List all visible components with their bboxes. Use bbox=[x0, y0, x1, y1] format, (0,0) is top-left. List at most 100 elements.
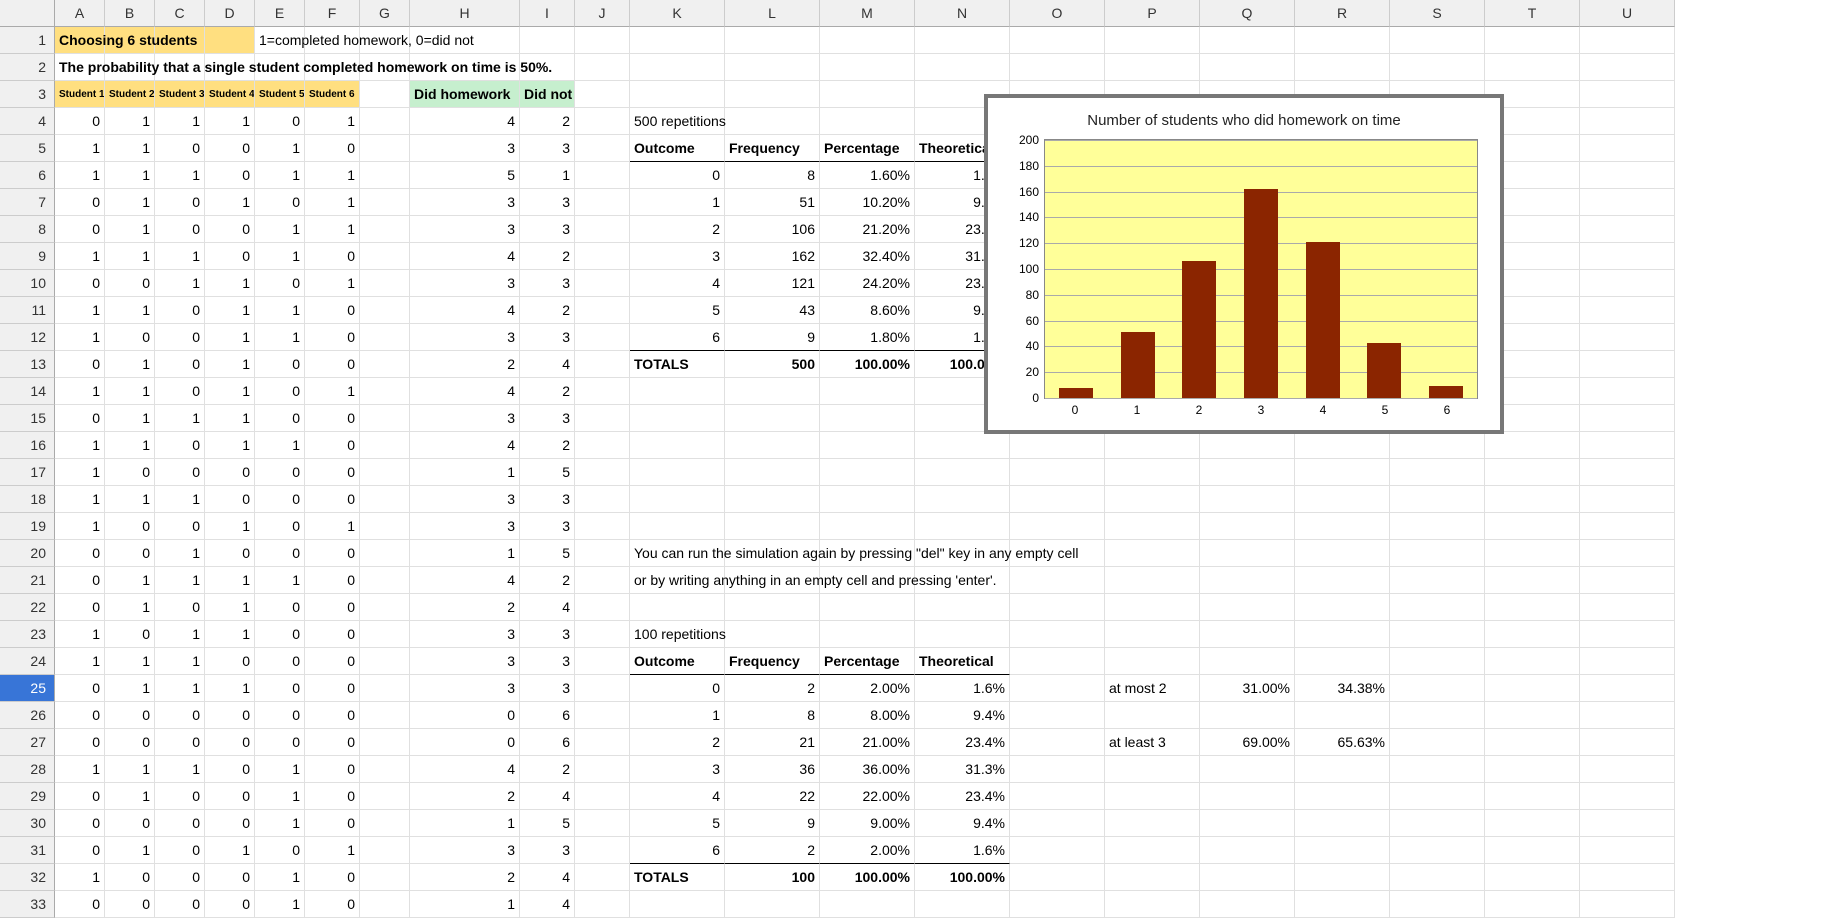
cell-A14[interactable]: 1 bbox=[55, 378, 105, 405]
row-header-26[interactable]: 26 bbox=[0, 702, 55, 729]
cell-E22[interactable]: 0 bbox=[255, 594, 305, 621]
cell-U21[interactable] bbox=[1580, 567, 1675, 594]
cell-A19[interactable]: 1 bbox=[55, 513, 105, 540]
cell-C3[interactable]: Student 3 bbox=[155, 81, 205, 108]
cell-J21[interactable] bbox=[575, 567, 630, 594]
cell-F15[interactable]: 0 bbox=[305, 405, 360, 432]
cell-C15[interactable]: 1 bbox=[155, 405, 205, 432]
cell-M28[interactable]: 36.00% bbox=[820, 756, 915, 783]
cell-P1[interactable] bbox=[1105, 27, 1200, 54]
cell-J7[interactable] bbox=[575, 189, 630, 216]
cell-F28[interactable]: 0 bbox=[305, 756, 360, 783]
cell-N23[interactable] bbox=[915, 621, 1010, 648]
cell-U15[interactable] bbox=[1580, 405, 1675, 432]
cell-M15[interactable] bbox=[820, 405, 915, 432]
cell-F5[interactable]: 0 bbox=[305, 135, 360, 162]
cell-I16[interactable]: 2 bbox=[520, 432, 575, 459]
cell-I11[interactable]: 2 bbox=[520, 297, 575, 324]
cell-H27[interactable]: 0 bbox=[410, 729, 520, 756]
cell-D33[interactable]: 0 bbox=[205, 891, 255, 918]
cell-F12[interactable]: 0 bbox=[305, 324, 360, 351]
cell-H26[interactable]: 0 bbox=[410, 702, 520, 729]
cell-A13[interactable]: 0 bbox=[55, 351, 105, 378]
cell-L27[interactable]: 21 bbox=[725, 729, 820, 756]
cell-C24[interactable]: 1 bbox=[155, 648, 205, 675]
cell-G22[interactable] bbox=[360, 594, 410, 621]
cell-B4[interactable]: 1 bbox=[105, 108, 155, 135]
cell-J20[interactable] bbox=[575, 540, 630, 567]
cell-P19[interactable] bbox=[1105, 513, 1200, 540]
row-header-2[interactable]: 2 bbox=[0, 54, 55, 81]
col-header-C[interactable]: C bbox=[155, 0, 205, 27]
cell-P24[interactable] bbox=[1105, 648, 1200, 675]
cell-N28[interactable]: 31.3% bbox=[915, 756, 1010, 783]
cell-G31[interactable] bbox=[360, 837, 410, 864]
cell-P21[interactable] bbox=[1105, 567, 1200, 594]
cell-T18[interactable] bbox=[1485, 486, 1580, 513]
cell-F24[interactable]: 0 bbox=[305, 648, 360, 675]
cell-U14[interactable] bbox=[1580, 378, 1675, 405]
row-header-8[interactable]: 8 bbox=[0, 216, 55, 243]
cell-B13[interactable]: 1 bbox=[105, 351, 155, 378]
cell-I15[interactable]: 3 bbox=[520, 405, 575, 432]
cell-R16[interactable] bbox=[1295, 432, 1390, 459]
cell-E25[interactable]: 0 bbox=[255, 675, 305, 702]
cell-E30[interactable]: 1 bbox=[255, 810, 305, 837]
row-header-21[interactable]: 21 bbox=[0, 567, 55, 594]
cell-J25[interactable] bbox=[575, 675, 630, 702]
cell-K12[interactable]: 6 bbox=[630, 324, 725, 351]
cell-D19[interactable]: 1 bbox=[205, 513, 255, 540]
cell-L6[interactable]: 8 bbox=[725, 162, 820, 189]
cell-F29[interactable]: 0 bbox=[305, 783, 360, 810]
cell-R20[interactable] bbox=[1295, 540, 1390, 567]
row-header-25[interactable]: 25 bbox=[0, 675, 55, 702]
cell-K9[interactable]: 3 bbox=[630, 243, 725, 270]
cell-K3[interactable] bbox=[630, 81, 725, 108]
cell-M31[interactable]: 2.00% bbox=[820, 837, 915, 864]
cell-G12[interactable] bbox=[360, 324, 410, 351]
cell-K16[interactable] bbox=[630, 432, 725, 459]
cell-M12[interactable]: 1.80% bbox=[820, 324, 915, 351]
cell-H8[interactable]: 3 bbox=[410, 216, 520, 243]
cell-O16[interactable] bbox=[1010, 432, 1105, 459]
cell-S25[interactable] bbox=[1390, 675, 1485, 702]
cell-D3[interactable]: Student 4 bbox=[205, 81, 255, 108]
cell-K14[interactable] bbox=[630, 378, 725, 405]
cell-K30[interactable]: 5 bbox=[630, 810, 725, 837]
cell-P23[interactable] bbox=[1105, 621, 1200, 648]
cell-U20[interactable] bbox=[1580, 540, 1675, 567]
cell-B31[interactable]: 1 bbox=[105, 837, 155, 864]
row-header-32[interactable]: 32 bbox=[0, 864, 55, 891]
row-header-14[interactable]: 14 bbox=[0, 378, 55, 405]
cell-E17[interactable]: 0 bbox=[255, 459, 305, 486]
cell-J27[interactable] bbox=[575, 729, 630, 756]
cell-M33[interactable] bbox=[820, 891, 915, 918]
cell-M1[interactable] bbox=[820, 27, 915, 54]
cell-M18[interactable] bbox=[820, 486, 915, 513]
cell-U23[interactable] bbox=[1580, 621, 1675, 648]
cell-P22[interactable] bbox=[1105, 594, 1200, 621]
cell-O28[interactable] bbox=[1010, 756, 1105, 783]
row-header-11[interactable]: 11 bbox=[0, 297, 55, 324]
cell-L32[interactable]: 100 bbox=[725, 864, 820, 891]
cell-E5[interactable]: 1 bbox=[255, 135, 305, 162]
cell-O25[interactable] bbox=[1010, 675, 1105, 702]
col-header-H[interactable]: H bbox=[410, 0, 520, 27]
cell-B33[interactable]: 0 bbox=[105, 891, 155, 918]
cell-T28[interactable] bbox=[1485, 756, 1580, 783]
cell-K29[interactable]: 4 bbox=[630, 783, 725, 810]
row-header-10[interactable]: 10 bbox=[0, 270, 55, 297]
cell-Q25[interactable]: 31.00% bbox=[1200, 675, 1295, 702]
cell-Q16[interactable] bbox=[1200, 432, 1295, 459]
cell-C13[interactable]: 0 bbox=[155, 351, 205, 378]
cell-D10[interactable]: 1 bbox=[205, 270, 255, 297]
cell-E23[interactable]: 0 bbox=[255, 621, 305, 648]
cell-J17[interactable] bbox=[575, 459, 630, 486]
cell-M29[interactable]: 22.00% bbox=[820, 783, 915, 810]
cell-A24[interactable]: 1 bbox=[55, 648, 105, 675]
cell-F8[interactable]: 1 bbox=[305, 216, 360, 243]
cell-C11[interactable]: 0 bbox=[155, 297, 205, 324]
cell-I1[interactable] bbox=[520, 27, 575, 54]
cell-A20[interactable]: 0 bbox=[55, 540, 105, 567]
cell-B12[interactable]: 0 bbox=[105, 324, 155, 351]
